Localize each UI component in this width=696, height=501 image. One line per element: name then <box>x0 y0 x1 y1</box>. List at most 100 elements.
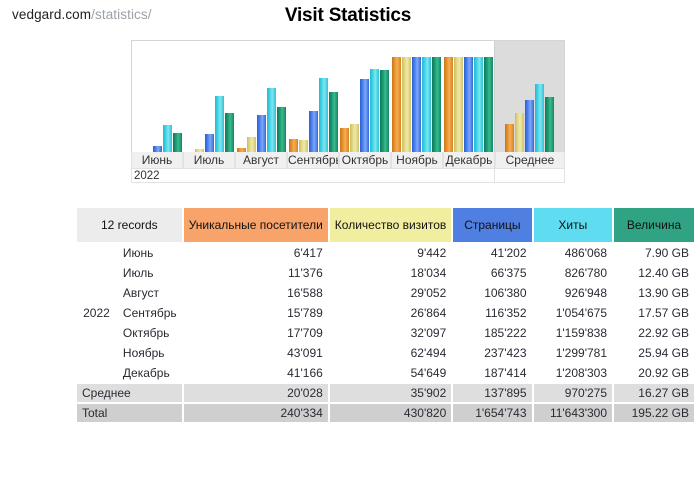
cell-pages: 106'380 <box>453 284 532 302</box>
chart-group-average <box>494 41 565 166</box>
cell-size: 22.92 GB <box>614 324 694 342</box>
row-month-label: Декабрь <box>117 364 182 382</box>
row-year-label: 2022 <box>77 244 116 382</box>
chart-group-5 <box>391 41 443 166</box>
chart-group-6 <box>442 41 494 166</box>
chart-bar-s1-c6 <box>453 57 463 165</box>
cell-visits: 9'442 <box>329 244 452 262</box>
cell-pages: 41'202 <box>453 244 532 262</box>
average-row: Среднее 20'028 35'902 137'895 970'275 16.27 G… <box>77 384 694 402</box>
average-row-pages: 137'895 <box>453 384 532 402</box>
average-row-visits: 35'902 <box>329 384 452 402</box>
column-header-hits[interactable]: Хиты <box>533 208 613 242</box>
table-row: 2022 Июнь 6'417 9'442 41'202 486'068 7.90 GB <box>77 244 694 382</box>
total-row-unique: 240'334 <box>183 404 328 422</box>
total-row-hits: 11'643'300 <box>533 404 613 422</box>
chart-year-label: 2022 <box>131 169 495 183</box>
chart-group-0 <box>132 41 184 166</box>
table-row: Сентябрь 15'789 26'864 116'352 1'054'675 17.5… <box>77 304 694 322</box>
column-header-visit-count[interactable]: Количество визитов <box>329 208 452 242</box>
cell-hits: 926'948 <box>533 284 613 302</box>
statistics-table: 12 records Уникальные посетители Количес… <box>75 206 696 424</box>
x-axis-label-6: Декабрь <box>443 152 495 169</box>
cell-visits: 26'864 <box>329 304 452 322</box>
cell-hits: 826'780 <box>533 264 613 282</box>
column-header-unique-visitors[interactable]: Уникальные посетители <box>183 208 328 242</box>
cell-unique: 43'091 <box>183 344 328 362</box>
cell-visits: 54'649 <box>329 364 452 382</box>
table-body: 2022 Июнь 6'417 9'442 41'202 486'068 7.90 GB Ию… <box>77 244 694 422</box>
cell-size: 13.90 GB <box>614 284 694 302</box>
table-row: Июль 11'376 18'034 66'375 826'780 12.40 GB <box>77 264 694 282</box>
x-axis-label-1: Июль <box>183 152 235 169</box>
table-row: Декабрь 41'166 54'649 187'414 1'208'303 20.92… <box>77 364 694 382</box>
total-row-size: 195.22 GB <box>614 404 694 422</box>
cell-size: 17.57 GB <box>614 304 694 322</box>
total-row-label: Total <box>77 404 182 422</box>
cell-hits: 1'299'781 <box>533 344 613 362</box>
column-header-size[interactable]: Величина <box>614 208 694 242</box>
cell-pages: 116'352 <box>453 304 532 322</box>
cell-unique: 17'709 <box>183 324 328 342</box>
x-axis-label-3: Сентябрь <box>287 152 339 169</box>
x-axis-label-7: Среднее <box>495 152 565 169</box>
x-axis-label-2: Август <box>235 152 287 169</box>
table-head: 12 records Уникальные посетители Количес… <box>77 208 694 242</box>
total-row-visits: 430'820 <box>329 404 452 422</box>
cell-hits: 1'208'303 <box>533 364 613 382</box>
chart-plot-area <box>132 41 565 166</box>
total-row: Total 240'334 430'820 1'654'743 11'643'300 19… <box>77 404 694 422</box>
chart-bar-s4-c5 <box>431 57 441 165</box>
cell-unique: 16'588 <box>183 284 328 302</box>
cell-size: 12.40 GB <box>614 264 694 282</box>
x-axis-label-4: Октябрь <box>339 152 391 169</box>
cell-pages: 66'375 <box>453 264 532 282</box>
page-title: Visit Statistics <box>284 5 412 26</box>
chart-bar-s0-c6 <box>443 57 453 165</box>
row-month-label: Ноябрь <box>117 344 182 362</box>
row-month-label: Август <box>117 284 182 302</box>
chart-bar-s1-c5 <box>401 57 411 165</box>
cell-unique: 6'417 <box>183 244 328 262</box>
cell-size: 25.94 GB <box>614 344 694 362</box>
chart-bar-s3-c6 <box>473 57 483 165</box>
average-row-unique: 20'028 <box>183 384 328 402</box>
table-row: Октябрь 17'709 32'097 185'222 1'159'838 22.92… <box>77 324 694 342</box>
cell-pages: 187'414 <box>453 364 532 382</box>
chart-group-2 <box>235 41 287 166</box>
row-month-label: Сентябрь <box>117 304 182 322</box>
chart-x-axis-labels: Июнь Июль Август Сентябрь Октябрь Ноябрь Декаб… <box>131 152 565 169</box>
chart-year-row: 2022 <box>131 169 565 183</box>
row-month-label: Октябрь <box>117 324 182 342</box>
total-row-pages: 1'654'743 <box>453 404 532 422</box>
table-header-row: 12 records Уникальные посетители Количес… <box>77 208 694 242</box>
x-axis-label-0: Июнь <box>131 152 183 169</box>
cell-hits: 486'068 <box>533 244 613 262</box>
row-month-label: Июнь <box>117 244 182 262</box>
chart-bar-s0-c5 <box>391 57 401 165</box>
cell-unique: 11'376 <box>183 264 328 282</box>
cell-hits: 1'054'675 <box>533 304 613 322</box>
visits-bar-chart <box>131 40 565 167</box>
cell-hits: 1'159'838 <box>533 324 613 342</box>
x-axis-label-5: Ноябрь <box>391 152 443 169</box>
column-header-pages[interactable]: Страницы <box>453 208 532 242</box>
chart-bar-s4-c4 <box>380 70 390 165</box>
chart-group-4 <box>339 41 391 166</box>
cell-unique: 15'789 <box>183 304 328 322</box>
chart-bar-s3-c5 <box>421 57 431 165</box>
table-row: Ноябрь 43'091 62'494 237'423 1'299'781 25.94 … <box>77 344 694 362</box>
cell-unique: 41'166 <box>183 364 328 382</box>
chart-group-1 <box>184 41 236 166</box>
cell-size: 20.92 GB <box>614 364 694 382</box>
table-row: Август 16'588 29'052 106'380 926'948 13.90 GB <box>77 284 694 302</box>
chart-bar-s3-c4 <box>370 69 380 165</box>
chart-bar-s2-c6 <box>463 57 473 165</box>
cell-pages: 185'222 <box>453 324 532 342</box>
cell-visits: 18'034 <box>329 264 452 282</box>
cell-size: 7.90 GB <box>614 244 694 262</box>
cell-visits: 62'494 <box>329 344 452 362</box>
average-row-hits: 970'275 <box>533 384 613 402</box>
chart-bar-s2-c5 <box>411 57 421 165</box>
chart-year-average-spacer <box>495 169 565 183</box>
